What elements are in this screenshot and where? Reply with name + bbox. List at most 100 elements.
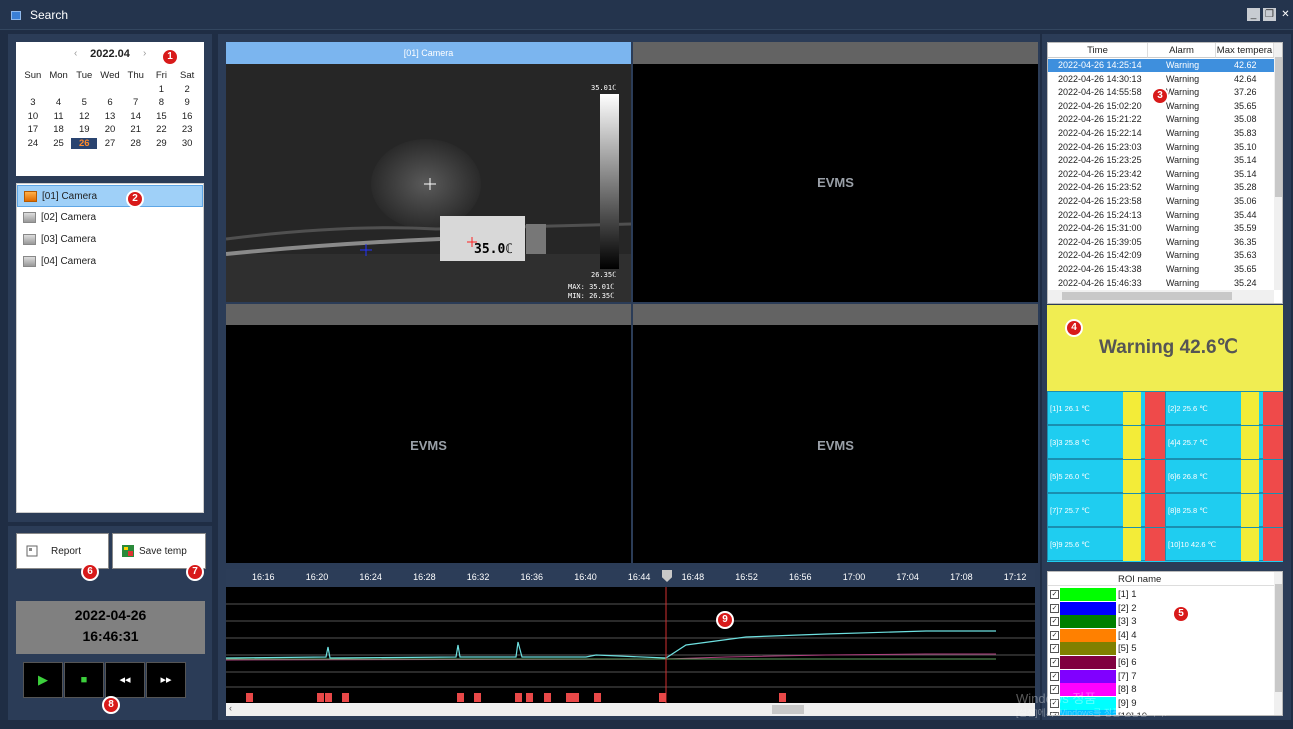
calendar-day[interactable]: 11: [46, 111, 72, 123]
timeline-scrollbar[interactable]: ‹: [226, 703, 1035, 716]
calendar-day[interactable]: 9: [174, 97, 200, 109]
roi-list-item[interactable]: ✓ [2] 2: [1048, 601, 1274, 616]
calendar-day[interactable]: 20: [97, 124, 123, 136]
calendar-day[interactable]: 13: [97, 111, 123, 123]
camera-item-01[interactable]: [01] Camera: [17, 185, 203, 207]
calendar-day[interactable]: 12: [71, 111, 97, 123]
alarm-event-marker[interactable]: [544, 693, 551, 702]
alarm-row[interactable]: 2022-04-26 15:21:22 Warning 35.08: [1048, 113, 1274, 126]
video-3-header[interactable]: [226, 304, 631, 326]
stop-button[interactable]: ■: [64, 662, 104, 698]
calendar-day[interactable]: 29: [149, 138, 175, 150]
alarm-row[interactable]: 2022-04-26 15:46:33 Warning 35.24: [1048, 277, 1274, 290]
alarm-row[interactable]: 2022-04-26 15:23:03 Warning 35.10: [1048, 141, 1274, 154]
alarm-event-marker[interactable]: [317, 693, 324, 702]
calendar-day[interactable]: 30: [174, 138, 200, 150]
roi-checkbox[interactable]: ✓: [1050, 671, 1059, 681]
calendar-day[interactable]: 5: [71, 97, 97, 109]
alarm-event-marker[interactable]: [572, 693, 579, 702]
alarm-row[interactable]: 2022-04-26 15:23:42 Warning 35.14: [1048, 168, 1274, 181]
video-2-header[interactable]: [633, 42, 1038, 64]
alarm-row[interactable]: 2022-04-26 15:39:05 Warning 36.35: [1048, 236, 1274, 249]
video-3[interactable]: EVMS: [226, 325, 631, 563]
scroll-thumb[interactable]: [772, 705, 804, 714]
alarm-vscroll[interactable]: [1274, 43, 1282, 290]
restore-button[interactable]: ❐: [1263, 8, 1276, 21]
roi-list-item[interactable]: ✓ [7] 7: [1048, 669, 1274, 684]
alarm-row[interactable]: 2022-04-26 15:23:25 Warning 35.14: [1048, 154, 1274, 167]
alarm-row[interactable]: 2022-04-26 15:31:00 Warning 35.59: [1048, 222, 1274, 235]
scroll-left-icon[interactable]: ‹: [229, 703, 232, 713]
calendar-day[interactable]: 24: [20, 138, 46, 150]
roi-checkbox[interactable]: ✓: [1050, 590, 1059, 599]
calendar-day[interactable]: 16: [174, 111, 200, 123]
alarm-row[interactable]: 2022-04-26 15:23:58 Warning 35.06: [1048, 195, 1274, 208]
calendar-day[interactable]: 26: [71, 137, 98, 149]
camera-item-04[interactable]: [04] Camera: [17, 251, 203, 273]
roi-checkbox[interactable]: ✓: [1050, 644, 1059, 654]
col-max-temp[interactable]: Max tempera: [1216, 43, 1274, 58]
video-4[interactable]: EVMS: [633, 325, 1038, 563]
calendar-day[interactable]: 23: [174, 124, 200, 136]
camera-item-02[interactable]: [02] Camera: [17, 207, 203, 229]
play-button[interactable]: ▶: [23, 662, 63, 698]
col-alarm[interactable]: Alarm: [1148, 43, 1216, 58]
camera-item-03[interactable]: [03] Camera: [17, 229, 203, 251]
calendar-day[interactable]: 1: [149, 84, 175, 96]
video-2[interactable]: EVMS: [633, 64, 1038, 302]
roi-checkbox[interactable]: ✓: [1050, 630, 1059, 640]
alarm-row[interactable]: 2022-04-26 15:24:13 Warning 35.44: [1048, 209, 1274, 222]
alarm-row[interactable]: 2022-04-26 14:25:14 Warning 42.62: [1048, 59, 1274, 72]
close-button[interactable]: ✕: [1279, 8, 1292, 21]
calendar-day[interactable]: 10: [20, 111, 46, 123]
calendar-day[interactable]: 4: [46, 97, 72, 109]
calendar-day[interactable]: 6: [97, 97, 123, 109]
calendar-day[interactable]: 8: [149, 97, 175, 109]
roi-list-item[interactable]: ✓ [1] 1: [1048, 588, 1274, 602]
fast-forward-button[interactable]: ▸▸: [146, 662, 186, 698]
alarm-event-marker[interactable]: [457, 693, 464, 702]
calendar-day[interactable]: 7: [123, 97, 149, 109]
minimize-button[interactable]: _: [1247, 8, 1260, 21]
calendar-day[interactable]: 3: [20, 97, 46, 109]
alarm-row[interactable]: 2022-04-26 15:22:14 Warning 35.83: [1048, 127, 1274, 140]
alarm-event-marker[interactable]: [474, 693, 481, 702]
roi-checkbox[interactable]: ✓: [1050, 617, 1059, 627]
calendar-day[interactable]: 14: [123, 111, 149, 123]
calendar-day[interactable]: 15: [149, 111, 175, 123]
col-time[interactable]: Time: [1048, 43, 1148, 58]
alarm-event-marker[interactable]: [325, 693, 332, 702]
calendar-day[interactable]: 21: [123, 124, 149, 136]
roi-list-item[interactable]: ✓ [5] 5: [1048, 642, 1274, 656]
alarm-event-marker[interactable]: [594, 693, 601, 702]
video-1-header[interactable]: [01] Camera: [226, 42, 631, 64]
alarm-row[interactable]: 2022-04-26 15:23:52 Warning 35.28: [1048, 181, 1274, 194]
alarm-event-marker[interactable]: [779, 693, 786, 702]
calendar-day[interactable]: 25: [46, 138, 72, 150]
roi-vscroll[interactable]: [1274, 572, 1282, 715]
roi-checkbox[interactable]: ✓: [1050, 658, 1059, 667]
calendar-day[interactable]: 17: [20, 124, 46, 136]
calendar-next-button[interactable]: ›: [143, 48, 146, 59]
alarm-event-marker[interactable]: [526, 693, 533, 702]
rewind-button[interactable]: ◂◂: [105, 662, 145, 698]
alarm-event-marker[interactable]: [659, 693, 666, 702]
alarm-hscroll[interactable]: [1048, 290, 1274, 303]
thermal-video[interactable]: 35.01ℂ 26.35ℂ 35.0ℂ MAX: 35.01ℂ MIN: 26.…: [226, 64, 631, 302]
calendar-day[interactable]: 19: [71, 124, 97, 136]
alarm-event-marker[interactable]: [246, 693, 253, 702]
calendar-day[interactable]: 22: [149, 124, 175, 136]
calendar-day[interactable]: 28: [123, 138, 149, 150]
alarm-row[interactable]: 2022-04-26 15:43:38 Warning 35.65: [1048, 263, 1274, 276]
roi-checkbox[interactable]: ✓: [1050, 603, 1059, 613]
alarm-row[interactable]: 2022-04-26 14:30:13 Warning 42.64: [1048, 73, 1274, 86]
alarm-event-marker[interactable]: [515, 693, 522, 702]
video-4-header[interactable]: [633, 304, 1038, 326]
roi-list-item[interactable]: ✓ [6] 6: [1048, 656, 1274, 670]
calendar-day[interactable]: 27: [97, 138, 123, 150]
alarm-event-marker[interactable]: [342, 693, 349, 702]
calendar-day[interactable]: 2: [174, 84, 200, 96]
roi-name-header[interactable]: ROI name: [1118, 574, 1161, 585]
calendar-day[interactable]: 18: [46, 124, 72, 136]
alarm-row[interactable]: 2022-04-26 15:42:09 Warning 35.63: [1048, 249, 1274, 262]
